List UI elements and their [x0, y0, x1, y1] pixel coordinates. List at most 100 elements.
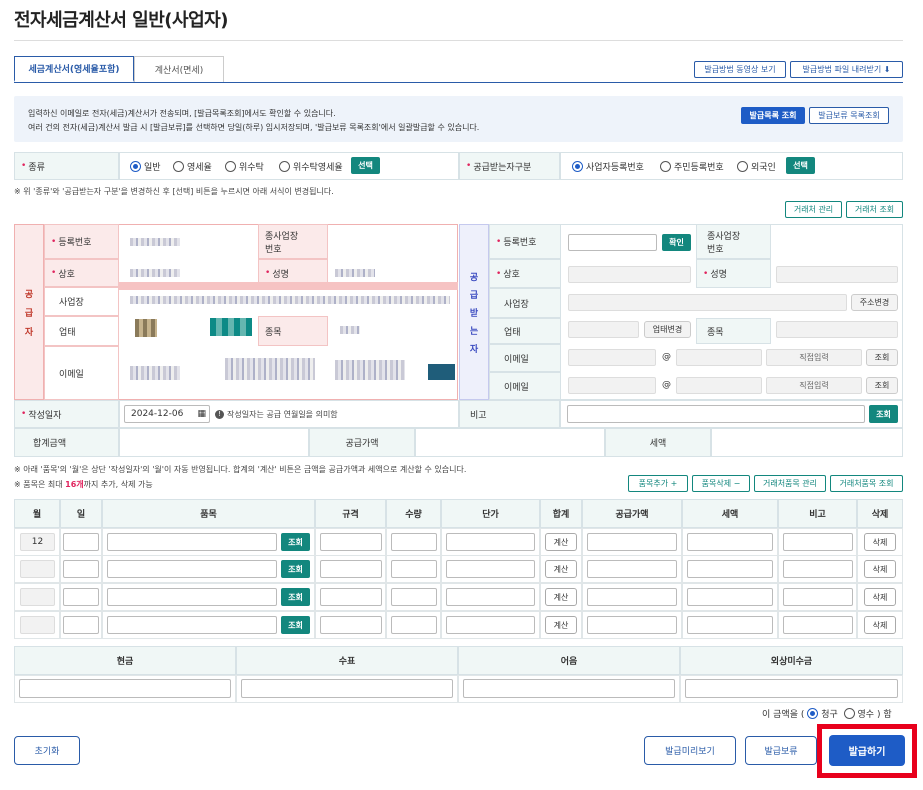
item-row-delete-button[interactable]: 삭제	[864, 533, 896, 551]
hold-list-button[interactable]: 발급보류 목록조회	[809, 107, 889, 124]
item-day-input[interactable]	[63, 560, 99, 578]
buyer-biztype-input[interactable]	[568, 321, 639, 338]
buyer-email2-domain-select[interactable]: 직접입력	[766, 377, 862, 394]
item-day-input[interactable]	[63, 616, 99, 634]
payment-input[interactable]	[19, 679, 231, 698]
item-add-button[interactable]: 품목추가 +	[628, 475, 688, 492]
item-qty-input[interactable]	[391, 616, 437, 634]
item-qty-input[interactable]	[391, 533, 437, 551]
buyer-email1-search-button[interactable]: 조회	[866, 349, 898, 366]
item-note-input[interactable]	[783, 533, 853, 551]
partner-item-manage-button[interactable]: 거래처품목 관리	[754, 475, 826, 492]
buyer-name-input[interactable]	[568, 266, 691, 283]
item-search-button[interactable]: 조회	[281, 560, 310, 578]
tab-tax-invoice[interactable]: 세금계산서(영세율포함)	[14, 56, 134, 82]
item-qty-input[interactable]	[391, 560, 437, 578]
type-option-zero-rate[interactable]: 영세율	[173, 160, 212, 173]
buyer-select-button[interactable]: 선택	[786, 157, 815, 174]
item-spec-input[interactable]	[320, 588, 382, 606]
item-price-input[interactable]	[446, 560, 535, 578]
item-tax-input[interactable]	[687, 560, 773, 578]
item-price-input[interactable]	[446, 533, 535, 551]
issue-button[interactable]: 발급하기	[829, 735, 905, 766]
item-search-button[interactable]: 조회	[281, 616, 310, 634]
item-spec-input[interactable]	[320, 533, 382, 551]
payment-header-cell: 어음	[458, 646, 680, 675]
item-supply-input[interactable]	[587, 616, 677, 634]
item-tax-input[interactable]	[687, 616, 773, 634]
date-hint: ! 작성일자는 공급 연월일을 의미함	[215, 409, 338, 420]
buyer-option-biz[interactable]: 사업자등록번호	[572, 160, 644, 173]
download-guide-button[interactable]: 발급방법 파일 내려받기 ⬇	[790, 61, 903, 78]
item-tax-input[interactable]	[687, 588, 773, 606]
item-note-input[interactable]	[783, 616, 853, 634]
item-spec-input[interactable]	[320, 616, 382, 634]
tab-invoice[interactable]: 계산서(면세)	[134, 56, 224, 82]
buyer-email2-search-button[interactable]: 조회	[866, 377, 898, 394]
item-calc-button[interactable]: 계산	[545, 533, 577, 551]
payment-input[interactable]	[241, 679, 453, 698]
type-option-general[interactable]: 일반	[130, 160, 161, 173]
buyer-email2-domain-input[interactable]	[676, 377, 762, 394]
issued-list-button[interactable]: 발급목록 조회	[741, 107, 805, 124]
type-option-consign-zero[interactable]: 위수탁영세율	[279, 160, 343, 173]
video-guide-button[interactable]: 발급방법 동영상 보기	[694, 61, 786, 78]
download-icon: ⬇	[883, 65, 891, 74]
item-note-input[interactable]	[783, 588, 853, 606]
item-search-button[interactable]: 조회	[281, 533, 310, 551]
buyer-email1-domain-input[interactable]	[676, 349, 762, 366]
partner-manage-button[interactable]: 거래처 관리	[785, 201, 842, 218]
supplier-email-button[interactable]	[428, 364, 455, 380]
payment-input[interactable]	[685, 679, 898, 698]
radio-icon[interactable]	[807, 708, 819, 719]
item-calc-button[interactable]: 계산	[545, 560, 577, 578]
radio-icon[interactable]	[843, 708, 855, 719]
preview-button[interactable]: 발급미리보기	[644, 736, 736, 765]
item-tax-input[interactable]	[687, 533, 773, 551]
reset-button[interactable]: 초기화	[14, 736, 80, 765]
note-search-button[interactable]: 조회	[869, 405, 898, 423]
buyer-option-foreigner[interactable]: 외국인	[737, 160, 776, 173]
buyer-email1-domain-select[interactable]: 직접입력	[766, 349, 862, 366]
item-supply-input[interactable]	[587, 533, 677, 551]
item-row-delete-button[interactable]: 삭제	[864, 560, 896, 578]
item-calc-button[interactable]: 계산	[545, 616, 577, 634]
buyer-email2-id-input[interactable]	[568, 377, 656, 394]
buyer-email1-id-input[interactable]	[568, 349, 656, 366]
item-name-input[interactable]	[107, 616, 277, 634]
partner-search-button[interactable]: 거래처 조회	[846, 201, 903, 218]
item-day-input[interactable]	[63, 588, 99, 606]
buyer-item-input[interactable]	[776, 321, 898, 338]
partner-item-search-button[interactable]: 거래처품목 조회	[830, 475, 903, 492]
item-supply-input[interactable]	[587, 560, 677, 578]
buyer-reg-input[interactable]	[568, 234, 657, 251]
item-spec-input[interactable]	[320, 560, 382, 578]
type-select-button[interactable]: 선택	[351, 157, 380, 174]
item-calc-button[interactable]: 계산	[545, 588, 577, 606]
date-input[interactable]: 2024-12-06 ▦	[124, 405, 210, 423]
item-name-input[interactable]	[107, 560, 277, 578]
item-price-input[interactable]	[446, 588, 535, 606]
item-search-button[interactable]: 조회	[281, 588, 310, 606]
hold-button[interactable]: 발급보류	[745, 736, 817, 765]
item-note-input[interactable]	[783, 560, 853, 578]
item-supply-input[interactable]	[587, 588, 677, 606]
radio-icon	[279, 161, 290, 172]
item-name-input[interactable]	[107, 588, 277, 606]
buyer-addr-input[interactable]	[568, 294, 847, 311]
note-input[interactable]	[567, 405, 865, 423]
item-day-input[interactable]	[63, 533, 99, 551]
buyer-reg-confirm-button[interactable]: 확인	[662, 234, 691, 251]
buyer-biztype-change-button[interactable]: 업태변경	[644, 321, 691, 338]
item-row-delete-button[interactable]: 삭제	[864, 588, 896, 606]
item-name-input[interactable]	[107, 533, 277, 551]
item-qty-input[interactable]	[391, 588, 437, 606]
item-delete-button[interactable]: 품목삭제 −	[692, 475, 750, 492]
type-option-consign[interactable]: 위수탁	[225, 160, 264, 173]
buyer-option-resident[interactable]: 주민등록번호	[660, 160, 724, 173]
payment-input[interactable]	[463, 679, 675, 698]
buyer-rep-input[interactable]	[776, 266, 898, 283]
buyer-addr-change-button[interactable]: 주소변경	[851, 294, 898, 311]
item-row-delete-button[interactable]: 삭제	[864, 616, 896, 634]
item-price-input[interactable]	[446, 616, 535, 634]
